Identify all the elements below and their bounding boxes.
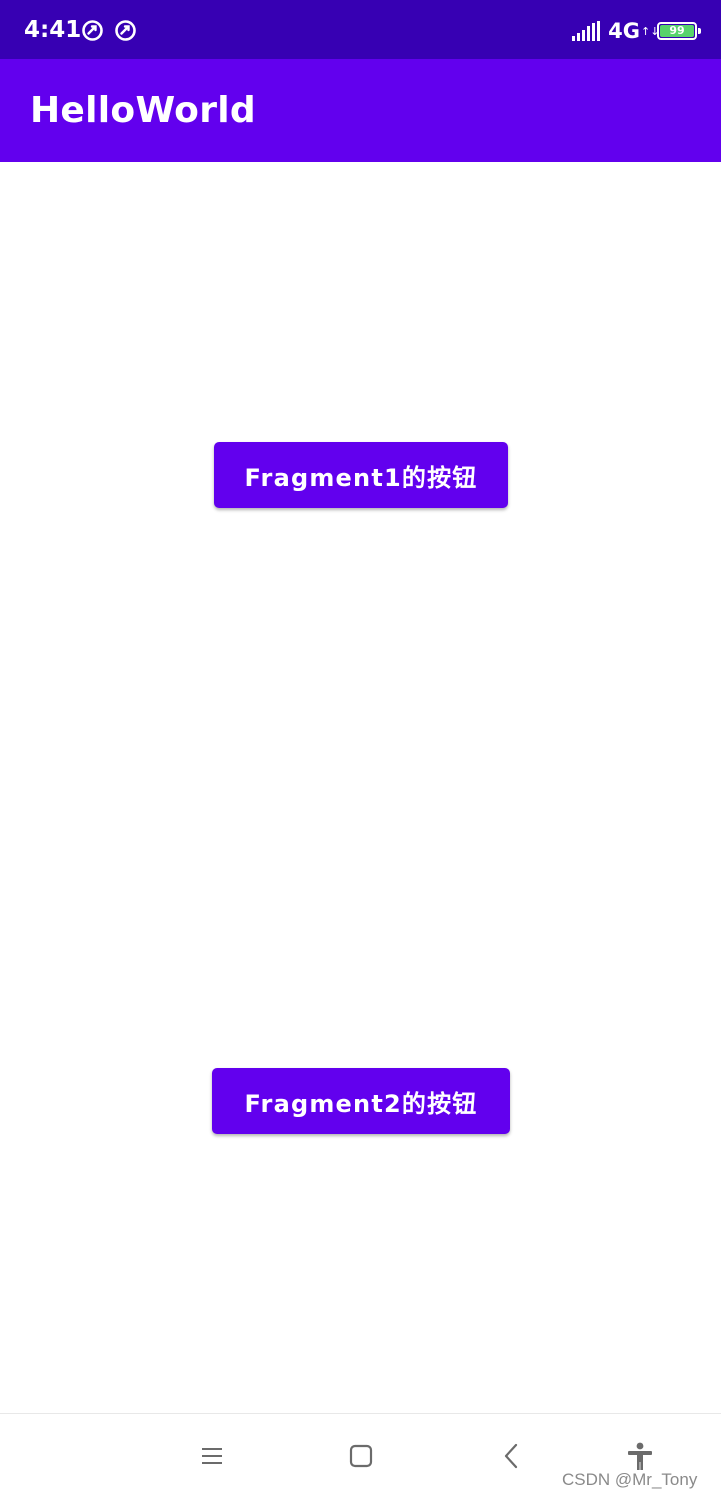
- fragment1-button[interactable]: Fragment1的按钮: [214, 442, 508, 508]
- sync-icon: [81, 19, 104, 42]
- battery-cap: [698, 28, 701, 34]
- back-icon[interactable]: [496, 1440, 528, 1472]
- status-time: 4:41: [24, 17, 82, 43]
- accessibility-icon[interactable]: [624, 1440, 656, 1472]
- menu-icon[interactable]: [196, 1440, 228, 1472]
- watermark: CSDN @Mr_Tony: [562, 1470, 698, 1489]
- home-icon[interactable]: [345, 1440, 377, 1472]
- signal-icon: [572, 21, 601, 41]
- battery-level: 99: [660, 25, 694, 37]
- app-title: HelloWorld: [30, 90, 256, 131]
- app-bar: HelloWorld: [0, 59, 721, 162]
- status-bar: 4:41 4G ↑↓ 99: [0, 0, 721, 59]
- status-indicators: 4G ↑↓ 99: [572, 16, 701, 46]
- fragment2-button[interactable]: Fragment2的按钮: [212, 1068, 510, 1134]
- battery-icon: 99: [657, 22, 701, 40]
- fragment-container: Fragment1的按钮 Fragment2的按钮: [0, 162, 721, 1413]
- data-activity-icon: ↑↓: [641, 24, 660, 38]
- sync-icon: [114, 19, 137, 42]
- network-type: 4G: [608, 19, 640, 43]
